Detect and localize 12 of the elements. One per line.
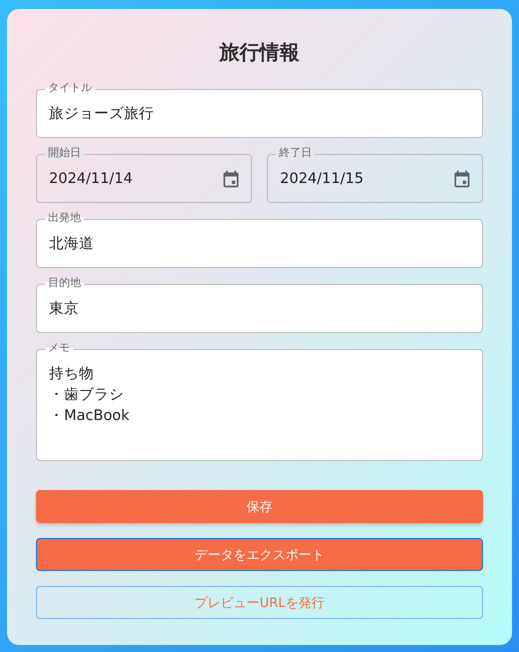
field-label: 終了日 xyxy=(276,146,315,159)
calendar-icon[interactable] xyxy=(452,168,472,188)
calendar-icon[interactable] xyxy=(221,168,241,188)
field-label: タイトル xyxy=(45,81,95,94)
field-label: 目的地 xyxy=(45,276,84,289)
form-title: 旅行情報 xyxy=(218,39,300,65)
field-label: 開始日 xyxy=(45,146,84,159)
memo-line: ・歯ブラシ xyxy=(49,386,125,405)
memo-line: ・MacBook xyxy=(49,407,130,426)
memo-line: 持ち物 xyxy=(49,365,95,384)
field-label: メモ xyxy=(45,341,73,354)
field-label: 出発地 xyxy=(45,211,84,224)
